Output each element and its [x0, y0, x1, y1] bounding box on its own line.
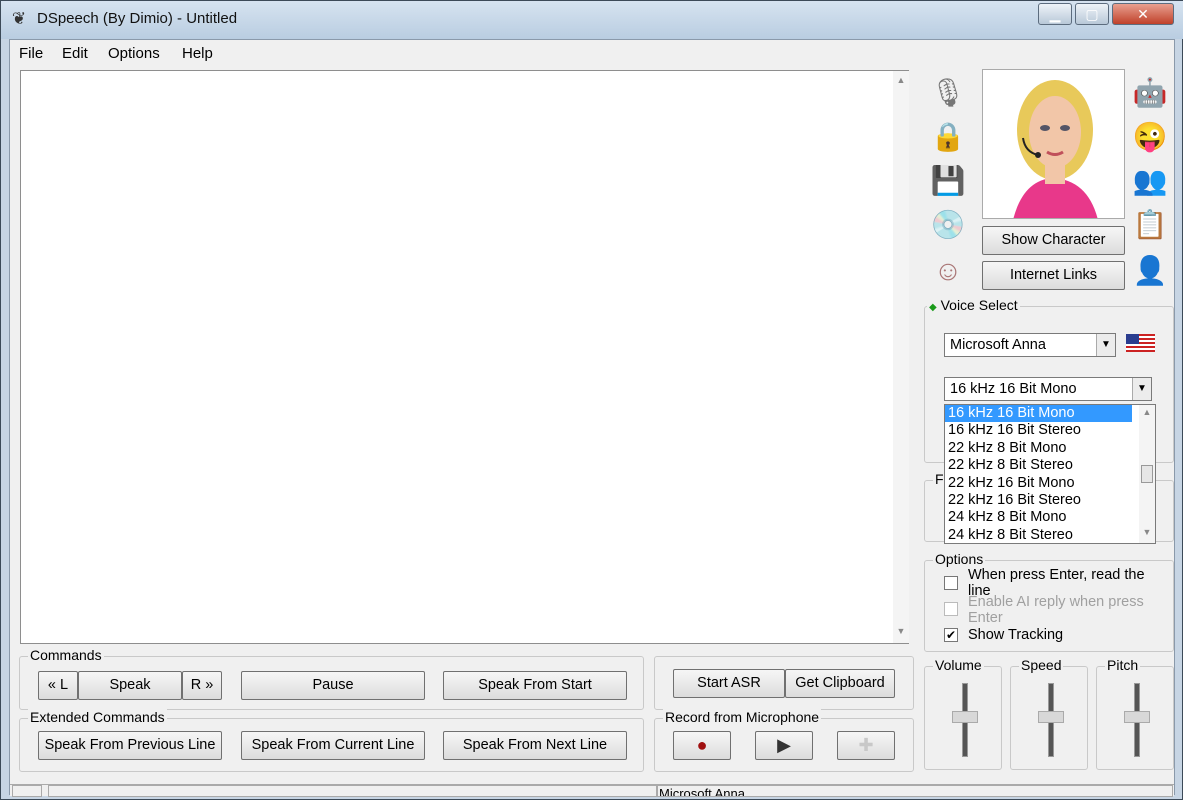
- menu-edit[interactable]: Edit: [62, 45, 88, 62]
- show-tracking-label: Show Tracking: [968, 627, 1064, 643]
- extended-commands-label: Extended Commands: [28, 709, 167, 725]
- record-group-label: Record from Microphone: [663, 709, 822, 725]
- commands-group-label: Commands: [28, 647, 104, 663]
- cartoon-character-icon[interactable]: 😜: [1130, 118, 1170, 156]
- menu-help[interactable]: Help: [182, 45, 213, 62]
- status-panel-main: [48, 785, 658, 797]
- save-icon[interactable]: 💾: [928, 162, 968, 200]
- previous-sentence-button[interactable]: « L: [38, 671, 78, 700]
- speed-slider-thumb[interactable]: [1038, 711, 1064, 723]
- extended-commands-group: Extended Commands Speak From Previous Li…: [19, 709, 644, 772]
- play-button[interactable]: ▶: [755, 731, 813, 760]
- ai-reply-checkbox[interactable]: [944, 602, 958, 616]
- speak-button[interactable]: Speak: [78, 671, 182, 700]
- status-indicator: [12, 785, 42, 797]
- chevron-down-icon[interactable]: ▼: [1132, 378, 1151, 400]
- read-line-checkbox[interactable]: [944, 576, 958, 590]
- maximize-button[interactable]: ▢: [1075, 3, 1109, 25]
- editor-scrollbar[interactable]: ▲ ▼: [893, 71, 909, 643]
- client-area: File Edit Options Help ▲ ▼ 🎙 🔒 💾 💿 ☺ 🤖 😜…: [9, 39, 1175, 797]
- pitch-label: Pitch: [1105, 657, 1141, 673]
- record-button[interactable]: ●: [673, 731, 731, 760]
- format-option[interactable]: 22 kHz 8 Bit Stereo: [945, 457, 1155, 474]
- status-dot-icon: ◆: [929, 302, 937, 313]
- get-clipboard-button[interactable]: Get Clipboard: [785, 669, 895, 698]
- format-option[interactable]: 22 kHz 16 Bit Stereo: [945, 492, 1155, 509]
- scroll-thumb[interactable]: [1141, 465, 1153, 483]
- ai-reply-label: Enable AI reply when press Enter: [968, 594, 1144, 626]
- voice-select-label: ◆ Voice Select: [927, 297, 1020, 313]
- show-character-button[interactable]: Show Character: [982, 226, 1125, 255]
- status-bar: Microsoft Anna: [10, 784, 1174, 797]
- menu-bar: File Edit Options Help: [10, 40, 1174, 68]
- disc-icon[interactable]: 💿: [928, 206, 968, 244]
- menu-file[interactable]: File: [19, 45, 43, 62]
- group-character-icon[interactable]: 👥: [1130, 162, 1170, 200]
- scroll-down-arrow[interactable]: ▼: [893, 626, 909, 636]
- asr-group: Start ASR Get Clipboard: [654, 656, 914, 710]
- pitch-slider-thumb[interactable]: [1124, 711, 1150, 723]
- voice-combobox[interactable]: Microsoft Anna ▼: [944, 333, 1116, 357]
- scroll-down-arrow[interactable]: ▼: [1139, 527, 1155, 537]
- format-option[interactable]: 22 kHz 16 Bit Mono: [945, 475, 1155, 492]
- volume-slider-thumb[interactable]: [952, 711, 978, 723]
- volume-group: Volume: [924, 657, 1002, 770]
- app-window: ❦ DSpeech (By Dimio) - Untitled ▁ ▢ ✕ Fi…: [0, 0, 1183, 800]
- next-sentence-button[interactable]: R »: [182, 671, 222, 700]
- app-icon[interactable]: ❦: [9, 9, 29, 29]
- format-option[interactable]: 24 kHz 8 Bit Mono: [945, 509, 1155, 526]
- speed-group: Speed: [1010, 657, 1088, 770]
- menu-options[interactable]: Options: [108, 45, 160, 62]
- speak-from-previous-line-button[interactable]: Speak From Previous Line: [38, 731, 222, 760]
- audio-format-dropdown-list[interactable]: 16 kHz 16 Bit Mono 16 kHz 16 Bit Stereo …: [944, 404, 1156, 544]
- close-button[interactable]: ✕: [1112, 3, 1174, 25]
- clipboard-icon[interactable]: 📋: [1130, 206, 1170, 244]
- chevron-down-icon[interactable]: ▼: [1096, 334, 1115, 356]
- scroll-up-arrow[interactable]: ▲: [893, 75, 909, 85]
- character-portrait-icon[interactable]: ☺: [928, 252, 968, 290]
- speak-from-current-line-button[interactable]: Speak From Current Line: [241, 731, 425, 760]
- speak-from-start-button[interactable]: Speak From Start: [443, 671, 627, 700]
- options-group-label: Options: [933, 551, 986, 567]
- text-editor[interactable]: ▲ ▼: [20, 70, 909, 644]
- status-voice: Microsoft Anna: [656, 785, 1173, 797]
- format-option[interactable]: 16 kHz 16 Bit Stereo: [945, 422, 1155, 439]
- dropdown-scrollbar[interactable]: ▲ ▼: [1139, 405, 1155, 543]
- voice-combobox-value: Microsoft Anna: [950, 337, 1046, 353]
- commands-group: Commands « L Speak R » Pause Speak From …: [19, 647, 644, 710]
- add-recording-button[interactable]: ✚: [837, 731, 895, 760]
- scroll-up-arrow[interactable]: ▲: [1139, 407, 1155, 417]
- audio-format-combobox[interactable]: 16 kHz 16 Bit Mono ▼: [944, 377, 1152, 401]
- volume-label: Volume: [933, 657, 984, 673]
- audio-format-value: 16 kHz 16 Bit Mono: [950, 381, 1077, 397]
- start-asr-button[interactable]: Start ASR: [673, 669, 785, 698]
- format-option[interactable]: 16 kHz 16 Bit Mono: [945, 405, 1132, 423]
- microphone-icon[interactable]: 🎙: [928, 74, 968, 112]
- lock-icon[interactable]: 🔒: [928, 118, 968, 156]
- us-flag-icon: [1126, 334, 1155, 352]
- title-bar[interactable]: ❦ DSpeech (By Dimio) - Untitled ▁ ▢ ✕: [1, 1, 1183, 39]
- speed-label: Speed: [1019, 657, 1064, 673]
- person-character-icon[interactable]: 👤: [1130, 252, 1170, 290]
- minimize-button[interactable]: ▁: [1038, 3, 1072, 25]
- pause-button[interactable]: Pause: [241, 671, 425, 700]
- format-option[interactable]: 22 kHz 8 Bit Mono: [945, 440, 1155, 457]
- format-option[interactable]: 24 kHz 8 Bit Stereo: [945, 527, 1155, 544]
- window-title: DSpeech (By Dimio) - Untitled: [37, 10, 238, 27]
- show-tracking-checkbox[interactable]: ✔: [944, 628, 958, 642]
- pitch-group: Pitch: [1096, 657, 1174, 770]
- record-group: Record from Microphone ● ▶ ✚: [654, 709, 914, 772]
- internet-links-button[interactable]: Internet Links: [982, 261, 1125, 290]
- speak-from-next-line-button[interactable]: Speak From Next Line: [443, 731, 627, 760]
- robot-character-icon[interactable]: 🤖: [1130, 74, 1170, 112]
- character-avatar: [982, 69, 1125, 219]
